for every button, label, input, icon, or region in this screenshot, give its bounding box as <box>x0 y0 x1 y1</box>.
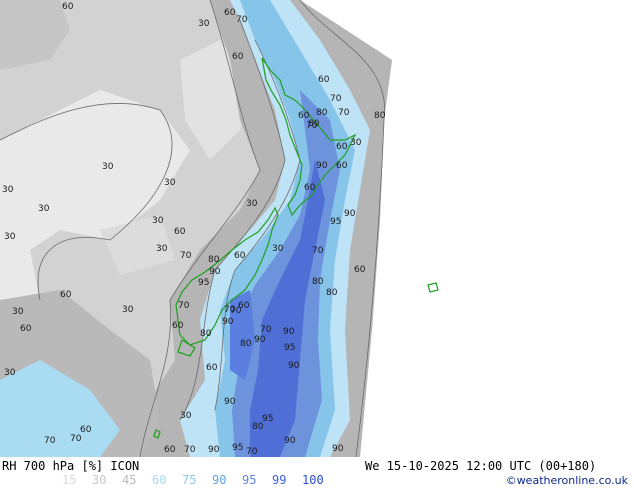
contour-label: 70 <box>178 301 190 311</box>
legend-value-99: 99 <box>272 473 287 487</box>
contour-label: 30 <box>152 216 164 226</box>
contour-label: 30 <box>2 185 14 195</box>
contour-label: 90 <box>344 209 356 219</box>
contour-label: 60 <box>224 8 236 18</box>
contour-label: 60 <box>60 290 72 300</box>
contour-label: 70 <box>246 447 258 457</box>
contour-label: 90 <box>254 335 266 345</box>
contour-label: 30 <box>38 204 50 214</box>
contour-label: 95 <box>262 414 273 424</box>
contour-label: 80 <box>208 255 220 265</box>
contour-label: 60 <box>172 321 184 331</box>
contour-label: 90 <box>284 436 296 446</box>
site-credit[interactable]: ©weatheronline.co.uk <box>506 474 628 487</box>
contour-label: 90 <box>332 444 344 454</box>
contour-label: 80 <box>326 288 338 298</box>
legend-value-60: 60 <box>152 473 167 487</box>
contour-label: 90 <box>224 397 236 407</box>
legend-value-15: 15 <box>62 473 77 487</box>
contour-label: 95 <box>198 278 209 288</box>
contour-label: 90 <box>316 161 328 171</box>
contour-label: 60 <box>354 265 366 275</box>
contour-label: 80 <box>308 119 320 129</box>
contour-label: 70 <box>180 251 192 261</box>
contour-label: 95 <box>232 443 243 453</box>
contour-label: 30 <box>180 411 192 421</box>
contour-label: 60 <box>164 445 176 455</box>
contour-label: 30 <box>4 232 16 242</box>
contour-label: 90 <box>288 361 300 371</box>
contour-label: 70 <box>70 434 82 444</box>
contour-label: 30 <box>102 162 114 172</box>
contour-label: 70 <box>260 325 272 335</box>
forecast-datetime: We 15-10-2025 12:00 UTC (00+180) <box>365 459 597 473</box>
legend-value-30: 30 <box>92 473 107 487</box>
contour-label: 70 <box>236 15 248 25</box>
contour-label: 60 <box>80 425 92 435</box>
contour-label: 60 <box>304 183 316 193</box>
contour-label: 60 <box>206 363 218 373</box>
contour-label: 30 <box>122 305 134 315</box>
contour-label: 30 <box>350 138 362 148</box>
contour-label: 60 <box>318 75 330 85</box>
contour-label: 90 <box>222 317 234 327</box>
contour-label: 80 <box>200 329 212 339</box>
contour-label: 80 <box>316 108 328 118</box>
legend-value-90: 90 <box>212 473 227 487</box>
contour-label: 30 <box>246 199 258 209</box>
contour-label: 30 <box>164 178 176 188</box>
contour-label: 30 <box>12 307 24 317</box>
contour-label: 70 <box>44 436 56 446</box>
contour-label: 60 <box>234 251 246 261</box>
contour-label: 60 <box>62 2 74 12</box>
contour-label: 70 <box>338 108 350 118</box>
contour-label: 60 <box>336 161 348 171</box>
contour-label: 60 <box>20 324 32 334</box>
weather-map: 60 30 60 70 60 60 70 80 70 60 80 70 30 6… <box>0 0 634 457</box>
contour-label: 80 <box>240 339 252 349</box>
color-legend: 15 30 45 60 75 90 95 99 100 <box>62 473 332 487</box>
map-title: RH 700 hPa [%] ICON <box>2 459 140 473</box>
contour-label: 70 <box>312 246 324 256</box>
contour-label: 90 <box>209 267 221 277</box>
contour-label: 70 <box>330 94 342 104</box>
contour-label: 80 <box>312 277 324 287</box>
contour-label: 30 <box>198 19 210 29</box>
contour-label: 95 <box>330 217 341 227</box>
contour-label: 90 <box>208 445 220 455</box>
legend-value-95: 95 <box>242 473 257 487</box>
contour-label: 60 <box>174 227 186 237</box>
map-canvas: 60 30 60 70 60 60 70 80 70 60 80 70 30 6… <box>0 0 634 457</box>
contour-label: 70 <box>230 306 242 316</box>
contour-label: 30 <box>156 244 168 254</box>
legend-value-45: 45 <box>122 473 137 487</box>
contour-label: 80 <box>374 111 386 121</box>
contour-label: 90 <box>283 327 295 337</box>
legend-value-75: 75 <box>182 473 197 487</box>
contour-label: 95 <box>284 343 295 353</box>
contour-label: 60 <box>232 52 244 62</box>
contour-label: 30 <box>272 244 284 254</box>
contour-label: 70 <box>184 445 196 455</box>
legend-value-100: 100 <box>302 473 324 487</box>
contour-label: 60 <box>336 142 348 152</box>
contour-label: 30 <box>4 368 16 378</box>
